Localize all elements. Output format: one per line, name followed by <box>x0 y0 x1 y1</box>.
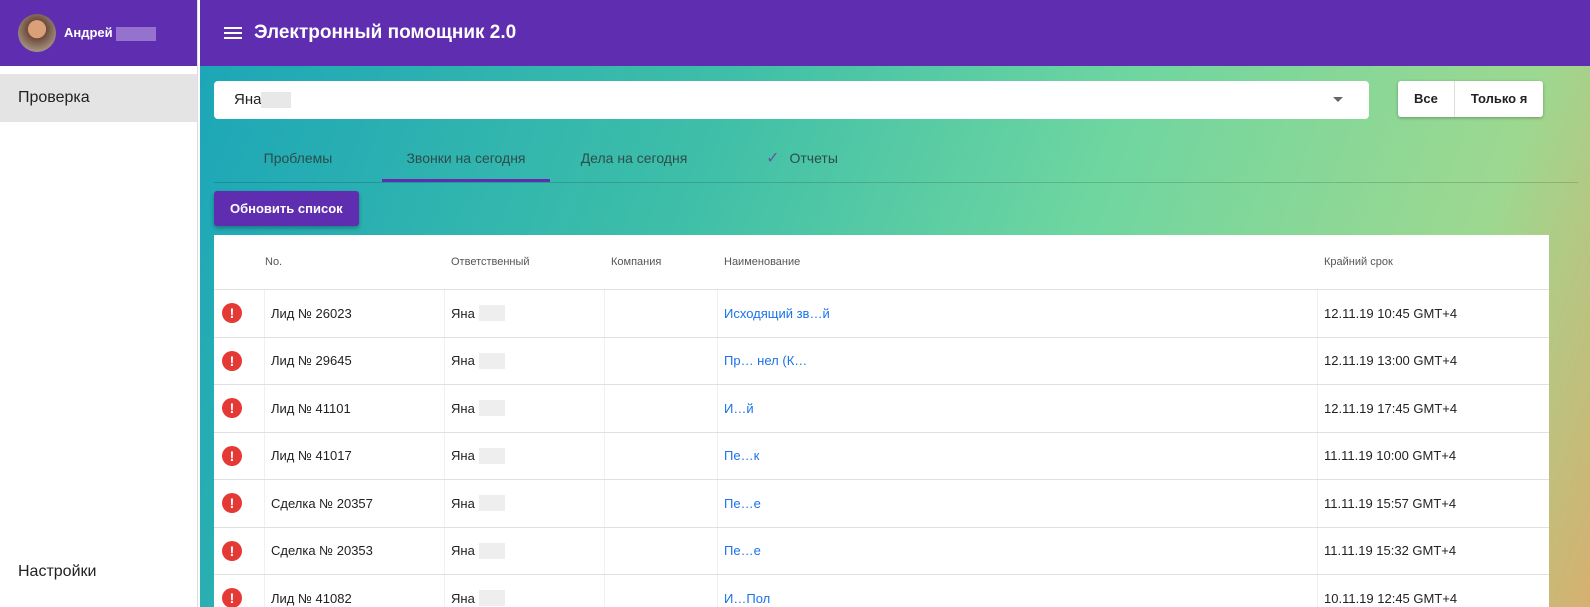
record-number: Лид № 41082 <box>265 575 445 607</box>
deadline-cell: 12.11.19 13:00 GMT+4 <box>1324 353 1458 369</box>
app-bar: Электронный помощник 2.0 <box>200 0 1590 66</box>
dropdown-caret-icon[interactable] <box>1333 97 1343 102</box>
owner-cell: Яна <box>445 432 605 479</box>
owner-cell: Яна <box>445 290 605 337</box>
select-value: Яна <box>234 91 262 108</box>
record-number: Лид № 41101 <box>265 385 445 432</box>
company-cell <box>605 385 718 432</box>
owner-cell: Яна <box>445 480 605 527</box>
owner-name: Яна <box>451 400 475 416</box>
tab-tasks-today[interactable]: Дела на сегодня <box>550 136 718 182</box>
record-link[interactable]: Пе…е <box>724 496 761 511</box>
owner-name: Яна <box>451 353 475 369</box>
alert-icon: ! <box>222 398 242 419</box>
table-row[interactable]: ! Лид № 29645 Яна Пр… нел (К… 12.11.19 1… <box>214 337 1549 385</box>
company-cell <box>605 575 718 607</box>
owner-cell: Яна <box>445 337 605 384</box>
alert-icon: ! <box>222 493 242 514</box>
deadline-cell: 10.11.19 12:45 GMT+4 <box>1324 590 1458 606</box>
name-cell: Пр… нел (К… <box>718 337 1318 384</box>
table-header: No. Ответственный Компания Наименование … <box>214 235 1549 290</box>
record-link[interactable]: Исходящий зв…й <box>724 306 830 321</box>
deadline-cell: 11.11.19 10:00 GMT+4 <box>1324 448 1457 464</box>
alert-icon: ! <box>222 350 242 371</box>
company-cell <box>605 527 718 574</box>
tab-problems[interactable]: Проблемы <box>214 136 382 182</box>
table-row[interactable]: ! Сделка № 20353 Яна Пе…е 11.11.19 15:32… <box>214 527 1549 575</box>
owner-name: Яна <box>451 543 475 559</box>
name-cell: И…й <box>718 385 1318 432</box>
record-number: Лид № 41017 <box>265 432 445 479</box>
scope-toggle: Все Только я <box>1398 81 1544 117</box>
owner-cell: Яна <box>445 385 605 432</box>
deadline-cell: 11.11.19 15:32 GMT+4 <box>1324 543 1457 559</box>
tab-label: Отчеты <box>789 150 838 166</box>
menu-icon[interactable] <box>224 27 242 39</box>
main: Электронный помощник 2.0 Яна Все Только … <box>200 0 1590 607</box>
record-number: Лид № 29645 <box>265 337 445 384</box>
name-cell: Пе…е <box>718 527 1318 574</box>
record-number: Лид № 26023 <box>265 290 445 337</box>
tab-reports[interactable]: ✓ Отчеты <box>718 136 886 182</box>
tab-calls-today[interactable]: Звонки на сегодня <box>382 136 550 182</box>
user-name: Андрей <box>64 25 157 41</box>
record-number: Сделка № 20353 <box>265 527 445 574</box>
name-cell: Исходящий зв…й <box>718 290 1318 337</box>
avatar[interactable] <box>18 14 56 52</box>
header-company[interactable]: Компания <box>605 256 718 268</box>
deadline-cell: 12.11.19 17:45 GMT+4 <box>1324 400 1458 416</box>
sidebar-item-settings[interactable]: Настройки <box>18 563 96 581</box>
alert-icon: ! <box>222 588 242 607</box>
record-link[interactable]: И…Пол <box>724 591 770 606</box>
company-cell <box>605 290 718 337</box>
alert-icon: ! <box>222 540 242 561</box>
name-cell: Пе…к <box>718 432 1318 479</box>
table-row[interactable]: ! Лид № 41082 Яна И…Пол 10.11.19 12:45 G… <box>214 575 1549 607</box>
sidebar: Андрей Проверка Настройки <box>0 0 198 607</box>
header-no[interactable]: No. <box>265 256 445 268</box>
record-link[interactable]: Пр… нел (К… <box>724 353 807 368</box>
deadline-cell: 12.11.19 10:45 GMT+4 <box>1324 305 1458 321</box>
header-owner[interactable]: Ответственный <box>445 256 605 268</box>
deadline-cell: 11.11.19 15:57 GMT+4 <box>1324 495 1457 511</box>
company-cell <box>605 480 718 527</box>
sidebar-item-proverka[interactable]: Проверка <box>0 74 197 122</box>
app-title: Электронный помощник 2.0 <box>254 22 517 43</box>
refresh-list-button[interactable]: Обновить список <box>214 191 359 226</box>
alert-icon: ! <box>222 303 242 324</box>
owner-cell: Яна <box>445 527 605 574</box>
table-row[interactable]: ! Лид № 41017 Яна Пе…к 11.11.19 10:00 GM… <box>214 432 1549 480</box>
table-row[interactable]: ! Сделка № 20357 Яна Пе…е 11.11.19 15:57… <box>214 480 1549 528</box>
record-link[interactable]: Пе…е <box>724 543 761 558</box>
company-cell <box>605 432 718 479</box>
owner-name: Яна <box>451 305 475 321</box>
tabs: Проблемы Звонки на сегодня Дела на сегод… <box>214 136 1578 183</box>
header-deadline[interactable]: Крайний срок <box>1318 256 1549 268</box>
alert-icon: ! <box>222 445 242 466</box>
owner-name: Яна <box>451 448 475 464</box>
table-row[interactable]: ! Лид № 41101 Яна И…й 12.11.19 17:45 GMT… <box>214 385 1549 433</box>
owner-name: Яна <box>451 590 475 606</box>
header-name[interactable]: Наименование <box>718 256 1318 268</box>
record-link[interactable]: Пе…к <box>724 448 759 463</box>
owner-name: Яна <box>451 495 475 511</box>
toggle-all[interactable]: Все <box>1398 81 1454 117</box>
calls-table: No. Ответственный Компания Наименование … <box>214 235 1549 607</box>
record-link[interactable]: И…й <box>724 401 754 416</box>
responsible-select[interactable]: Яна <box>214 81 1369 119</box>
name-cell: И…Пол <box>718 575 1318 607</box>
record-number: Сделка № 20357 <box>265 480 445 527</box>
company-cell <box>605 337 718 384</box>
toggle-only-me[interactable]: Только я <box>1453 81 1543 117</box>
user-header: Андрей <box>0 0 197 66</box>
owner-cell: Яна <box>445 575 605 607</box>
table-row[interactable]: ! Лид № 26023 Яна Исходящий зв…й 12.11.1… <box>214 290 1549 338</box>
name-cell: Пе…е <box>718 480 1318 527</box>
check-icon: ✓ <box>766 150 780 167</box>
